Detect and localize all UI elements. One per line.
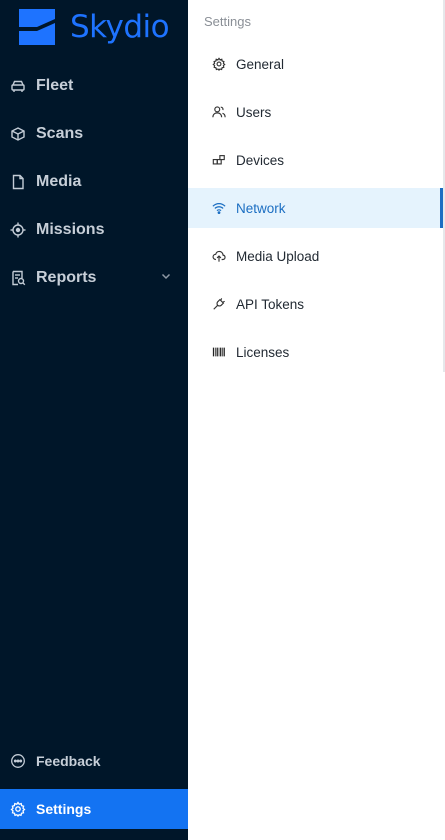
- nav-item-feedback[interactable]: Feedback: [0, 741, 188, 781]
- brand-name: Skydio: [70, 9, 170, 45]
- settings-item-label: Media Upload: [236, 248, 320, 264]
- nav-label: Reports: [36, 269, 97, 286]
- settings-item-network[interactable]: Network: [188, 188, 443, 228]
- logo-mark-icon: [19, 9, 55, 45]
- nav-item-missions[interactable]: Missions: [0, 210, 188, 250]
- panel-title: Settings: [204, 14, 251, 29]
- settings-panel: Settings General Users Devices Network M…: [188, 0, 445, 840]
- settings-item-label: Users: [236, 104, 272, 120]
- main-sidebar: Skydio Fleet Scans Media Missions Report…: [0, 0, 188, 840]
- nav-item-reports[interactable]: Reports: [0, 258, 188, 298]
- wifi-icon: [212, 201, 226, 215]
- nav-label: Media: [36, 173, 82, 190]
- settings-item-licenses[interactable]: Licenses: [188, 332, 443, 372]
- chat-icon: [10, 753, 26, 769]
- users-icon: [212, 105, 226, 119]
- gear-icon: [212, 57, 226, 71]
- cloud-upload-icon: [212, 249, 226, 263]
- settings-item-label: Devices: [236, 152, 285, 168]
- file-icon: [10, 174, 26, 190]
- settings-item-users[interactable]: Users: [188, 92, 443, 132]
- devices-icon: [212, 153, 226, 167]
- report-icon: [10, 270, 26, 286]
- target-icon: [10, 222, 26, 238]
- nav-item-fleet[interactable]: Fleet: [0, 66, 188, 106]
- settings-item-label: API Tokens: [236, 296, 305, 312]
- skydio-logo[interactable]: Skydio: [16, 6, 176, 48]
- nav-item-scans[interactable]: Scans: [0, 114, 188, 154]
- settings-item-devices[interactable]: Devices: [188, 140, 443, 180]
- nav-item-media[interactable]: Media: [0, 162, 188, 202]
- nav-label: Missions: [36, 221, 105, 238]
- settings-item-label: Licenses: [236, 344, 290, 360]
- settings-item-api-tokens[interactable]: API Tokens: [188, 284, 443, 324]
- nav-label: Fleet: [36, 77, 74, 94]
- gear-icon: [10, 801, 26, 817]
- settings-item-general[interactable]: General: [188, 44, 443, 84]
- nav-label: Feedback: [36, 753, 101, 769]
- nav-label: Scans: [36, 125, 84, 142]
- plug-icon: [212, 297, 226, 311]
- settings-item-media-upload[interactable]: Media Upload: [188, 236, 443, 276]
- barcode-icon: [212, 345, 226, 359]
- chevron-down-icon[interactable]: [160, 270, 172, 282]
- nav-label: Settings: [36, 801, 92, 817]
- settings-item-label: General: [236, 56, 285, 72]
- car-icon: [10, 78, 26, 94]
- settings-item-label: Network: [236, 200, 286, 216]
- nav-item-settings[interactable]: Settings: [0, 789, 188, 829]
- cube-icon: [10, 126, 26, 142]
